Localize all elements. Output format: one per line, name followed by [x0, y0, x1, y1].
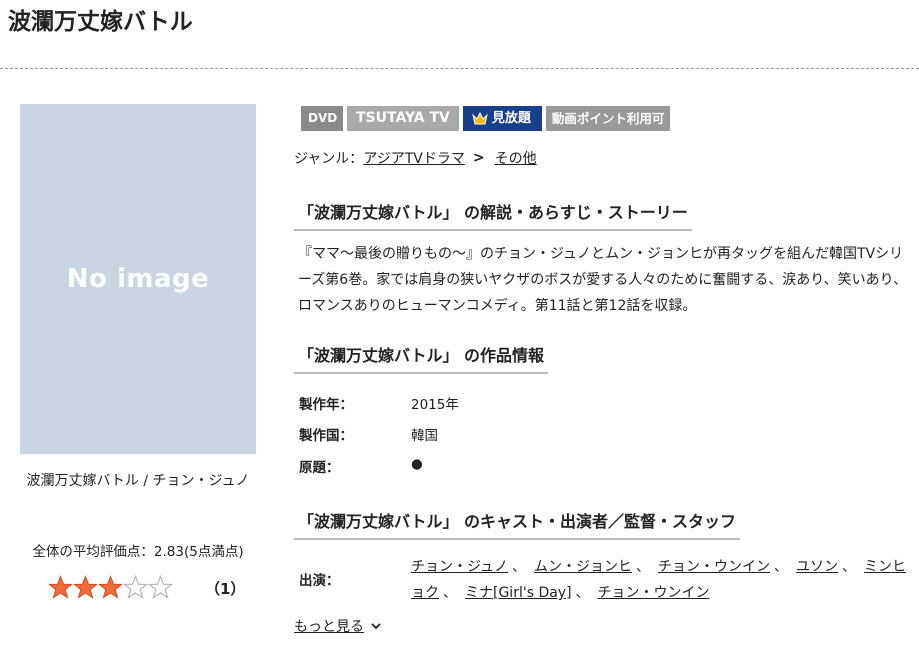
show-more-link[interactable]: もっと見る [294, 616, 383, 636]
chevron-down-icon [371, 623, 381, 630]
cast-separator: 、 [512, 559, 527, 575]
cast-separator: 、 [842, 559, 857, 575]
star-filled-icon [73, 574, 98, 599]
star-empty-icon [148, 574, 173, 599]
original-title-value: ● [411, 456, 423, 472]
cast-separator: 、 [774, 559, 789, 575]
average-rating-text: 全体の平均評価点：2.83(5点満点) [32, 544, 244, 560]
cast-member-link[interactable]: チョン・ジュノ [411, 559, 508, 575]
cast-label: 出演： [299, 573, 340, 589]
cast-separator: 、 [636, 559, 651, 575]
star-filled-icon [48, 574, 73, 599]
availability-badges: DVD TSUTAYA TV 見放題 動画ポイント利用可 [301, 106, 671, 131]
header-divider [0, 68, 919, 69]
info-row-country: 製作国： 韓国 [299, 424, 438, 444]
cast-member-link[interactable]: ムン・ジョンヒ [534, 559, 632, 575]
star-empty-icon [123, 574, 148, 599]
dvd-badge: DVD [301, 106, 343, 131]
cast-member-link[interactable]: ユソン [796, 559, 838, 575]
cast-member-link[interactable]: チョン・ウンイン [658, 559, 770, 575]
mihodai-badge: 見放題 [462, 106, 542, 131]
genre-breadcrumb: ジャンル： アジアTVドラマ > その他 [294, 148, 537, 168]
info-row-year: 製作年： 2015年 [299, 393, 459, 413]
synopsis-text: 『ママ～最後の贈りもの～』のチョン・ジュノとムン・ジョンヒが再タッグを組んだ韓国… [298, 246, 908, 314]
cast-member-link[interactable]: ミナ[Girl's Day] [465, 585, 572, 601]
star-rating [48, 574, 173, 600]
year-value: 2015年 [411, 397, 459, 413]
genre-separator: > [472, 150, 485, 166]
cast-separator: 、 [443, 585, 457, 601]
cast-member-link[interactable]: チョン・ウンイン [598, 585, 710, 601]
country-label: 製作国： [299, 428, 353, 444]
original-title-label: 原題： [299, 460, 340, 476]
genre-link-other[interactable]: その他 [495, 148, 537, 168]
info-row-original-title: 原題： ● [299, 456, 423, 476]
crown-icon [471, 111, 488, 124]
no-image-placeholder: No image [66, 264, 210, 294]
star-filled-icon [98, 574, 123, 599]
show-more-label: もっと見る [294, 619, 364, 635]
year-label: 製作年： [299, 397, 353, 413]
page-title: 波瀾万丈嫁バトル [8, 9, 193, 35]
poster-caption: 波瀾万丈嫁バトル / チョン・ジュノ [26, 473, 250, 489]
video-point-badge: 動画ポイント利用可 [545, 106, 671, 131]
synopsis-heading: 「波瀾万丈嫁バトル」 の解説・あらすじ・ストーリー [294, 199, 692, 231]
review-count-link[interactable]: （1） [205, 578, 245, 599]
work-info-heading: 「波瀾万丈嫁バトル」 の作品情報 [294, 342, 549, 374]
cast-list: チョン・ジュノ、ムン・ジョンヒ、チョン・ウンイン、ユソン、ミンヒョク、ミナ[Gi… [411, 554, 907, 606]
poster-image[interactable]: No image [20, 104, 256, 454]
genre-label: ジャンル： [294, 151, 364, 167]
country-value: 韓国 [411, 428, 438, 444]
mihodai-label: 見放題 [491, 111, 531, 126]
genre-link-asian-tv-drama[interactable]: アジアTVドラマ [363, 148, 465, 168]
tsutaya-tv-badge: TSUTAYA TV [347, 106, 459, 131]
cast-heading: 「波瀾万丈嫁バトル」 のキャスト・出演者／監督・スタッフ [294, 508, 741, 540]
cast-separator: 、 [575, 585, 590, 601]
